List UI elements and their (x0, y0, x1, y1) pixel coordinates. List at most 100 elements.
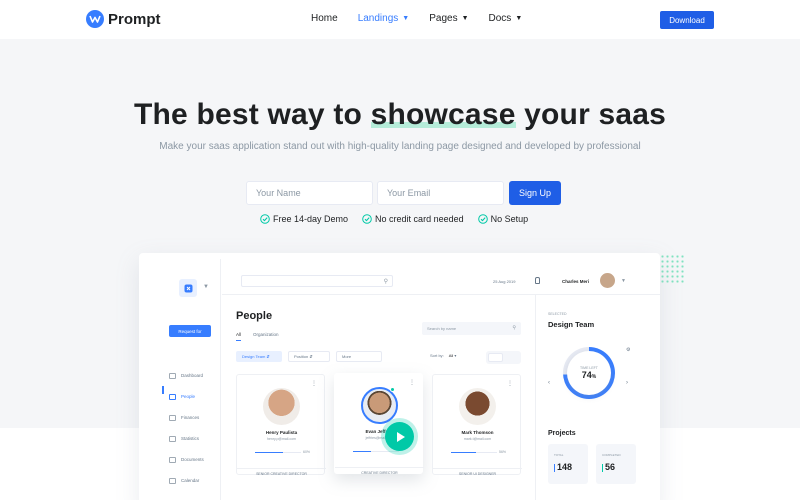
person-name: Mark Thomson (461, 430, 494, 435)
nav-docs[interactable]: Docs ▼ (489, 13, 523, 24)
menu-item-people[interactable]: People (169, 386, 204, 407)
ring-center: TIME LEFT 74% (567, 351, 611, 395)
menu-item-calendar[interactable]: Calendar (169, 470, 204, 491)
check-circle-icon (362, 214, 372, 224)
preview-date: 25 Aug 2019 (493, 279, 516, 284)
chevron-down-icon: ▼ (402, 15, 410, 22)
tab-organization[interactable]: Organization (253, 332, 279, 341)
person-photo (361, 387, 398, 424)
chevron-left-icon[interactable]: ‹ (548, 380, 550, 386)
gear-icon[interactable]: ⚙ (626, 347, 630, 353)
request-button[interactable]: Request for (169, 325, 211, 337)
search-icon: ⚲ (383, 279, 388, 285)
time-left-ring: TIME LEFT 74% (563, 347, 615, 399)
chevron-down-icon: ▼ (515, 15, 523, 22)
chevron-right-icon[interactable]: › (626, 380, 628, 386)
more-icon[interactable]: ⋮ (311, 380, 317, 387)
play-video-button[interactable] (385, 422, 414, 451)
signup-button[interactable]: Sign Up (509, 181, 561, 205)
person-email: henry.p@mail.com (267, 437, 296, 441)
person-role: CREATIVE DIRECTOR (335, 467, 424, 475)
brand-logo[interactable]: Prompt (86, 10, 161, 28)
avatar[interactable] (600, 273, 615, 288)
search-by-name-input[interactable]: Search by name ⚲ (422, 322, 521, 335)
person-card[interactable]: ⋮ Evan Jeffries jeffries@mail.com CREATI… (334, 373, 424, 475)
grid-view-icon[interactable] (488, 353, 503, 362)
projects-title: Projects (548, 430, 576, 437)
name-input[interactable]: Your Name (246, 181, 373, 205)
preview-main: People All Organization Search by name ⚲… (222, 295, 535, 500)
progress-fill (451, 452, 477, 453)
hero-title: The best way to showcase your saas (0, 98, 800, 132)
chevron-down-icon[interactable]: ▼ (621, 278, 626, 284)
list-view-icon[interactable] (507, 353, 520, 362)
finances-icon (169, 414, 176, 421)
person-photo (263, 388, 300, 425)
ring-unit: % (591, 374, 597, 380)
sort-by[interactable]: Sort by: All ▾ (430, 353, 456, 358)
chevron-down-icon: ▼ (203, 284, 209, 290)
filter-more[interactable]: More (336, 351, 382, 362)
person-email: mark.t@mail.com (463, 437, 492, 441)
ring-number: 74 (581, 370, 592, 380)
hero-title-highlight: showcase (370, 98, 516, 131)
preview-user-name: Charles Meri (562, 279, 590, 284)
menu-item-documents[interactable]: Documents (169, 449, 204, 470)
progress-fill (255, 452, 283, 453)
view-toggle[interactable] (486, 351, 521, 364)
email-input[interactable]: Your Email (377, 181, 504, 205)
more-icon[interactable]: ⋮ (507, 380, 513, 387)
person-name: Henry Paulista (265, 430, 298, 435)
nav-docs-label: Docs (488, 13, 512, 24)
progress-bar (451, 452, 497, 453)
check-item: No Setup (477, 214, 528, 224)
person-card[interactable]: ⋮ Mark Thomson mark.t@mail.com 56% SENIO… (432, 374, 522, 476)
preview-detail-panel: SELECTED Design Team ⚙ ‹ › TIME LEFT 74%… (535, 295, 660, 500)
menu-item-label: Statistics (181, 436, 200, 441)
filter-position[interactable]: Position ⇵ (288, 351, 330, 362)
bell-icon[interactable] (535, 277, 540, 284)
documents-icon (169, 456, 176, 463)
menu-item-finances[interactable]: Finances (169, 407, 204, 428)
active-indicator (162, 386, 164, 394)
sort-value: All (448, 353, 454, 358)
stat-completed: COMPLETED 56 (596, 444, 636, 484)
online-status-icon (390, 387, 395, 392)
filter-label: More (342, 354, 352, 359)
check-circle-icon (477, 214, 488, 224)
menu-item-label: Finances (181, 415, 200, 420)
progress-percent: 60% (303, 450, 311, 454)
calendar-icon (169, 477, 176, 484)
brand-name: Prompt (108, 10, 161, 28)
filter-design-team[interactable]: Design Team ⇵ (236, 351, 282, 362)
nav-home[interactable]: Home (311, 13, 338, 24)
nav-pages-label: Pages (429, 13, 458, 24)
signup-form: Your Name Your Email Sign Up (246, 181, 561, 205)
statistics-icon (169, 435, 176, 442)
nav-landings[interactable]: Landings ▼ (358, 13, 410, 24)
ring-value: 74% (582, 370, 596, 380)
person-role: SENIOR CREATIVE DIRECTOR (237, 468, 326, 476)
menu-item-label: Dashboard (181, 373, 204, 378)
hero-subtitle: Make your saas application stand out wit… (159, 141, 641, 152)
more-icon[interactable]: ⋮ (409, 379, 415, 386)
filter-label: Design Team (242, 354, 266, 359)
menu-item-statistics[interactable]: Statistics (169, 428, 204, 449)
filter-bar: Design Team ⇵ Position ⇵ More (236, 351, 388, 362)
tab-all[interactable]: All (236, 332, 242, 341)
person-role: SENIOR UI DESIGNER (433, 468, 522, 476)
preview-search-input[interactable]: ⚲ (241, 275, 393, 287)
nav-landings-label: Landings (357, 13, 399, 24)
download-button[interactable]: Download (660, 11, 714, 29)
search-placeholder: Search by name (427, 326, 457, 331)
person-card[interactable]: ⋮ Henry Paulista henry.p@mail.com 60% SE… (236, 374, 326, 476)
check-label: Free 14-day Demo (273, 214, 349, 224)
nav-pages[interactable]: Pages ▼ (429, 13, 468, 24)
preview-topbar: ⚲ 25 Aug 2019 Charles Meri ▼ (222, 267, 660, 295)
progress-bar (353, 451, 399, 452)
progress-bar (255, 452, 301, 453)
person-photo (459, 388, 496, 425)
logo-icon (86, 10, 104, 28)
selected-label: SELECTED (548, 312, 567, 316)
menu-item-dashboard[interactable]: Dashboard (169, 365, 204, 386)
